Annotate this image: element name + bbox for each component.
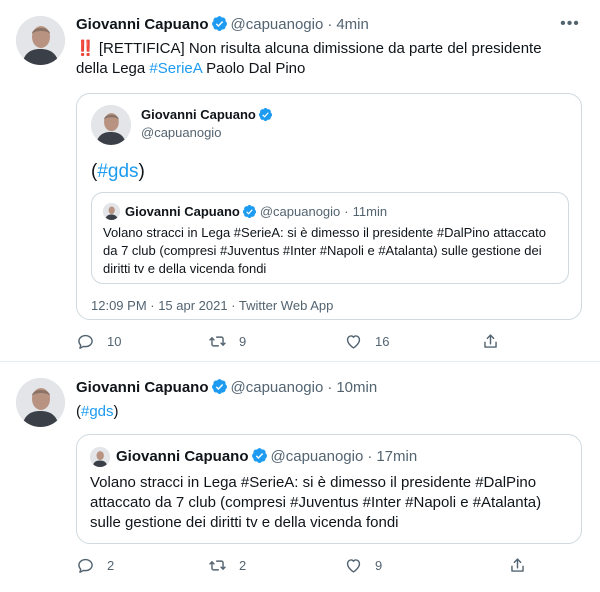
retweet-count: 2	[239, 558, 247, 573]
tweet-header: Giovanni Capuano @capuanogio · 10min	[76, 378, 377, 398]
like-icon	[346, 559, 361, 573]
tweet-time[interactable]: 11min	[353, 204, 387, 219]
quoted-text: Volano stracci in Lega #SerieA: si è dim…	[90, 474, 542, 531]
quoted-timestamp: 12:09 PM · 15 apr 2021 · Twitter Web App	[91, 297, 333, 314]
tweet-text-close: )	[113, 403, 119, 420]
tweet[interactable]: Giovanni Capuano @capuanogio · 4min ••• ‼️ …	[0, 0, 600, 362]
reply-button[interactable]: 10	[76, 332, 121, 351]
avatar[interactable]	[16, 378, 65, 427]
retweet-button[interactable]: 2	[208, 556, 246, 575]
reply-count: 2	[107, 558, 115, 573]
avatar-photo	[16, 378, 65, 427]
avatar-photo	[16, 16, 65, 65]
avatar-photo	[90, 447, 110, 467]
share-icon	[511, 558, 524, 572]
nested-quoted-tweet[interactable]: Giovanni Capuano @capuanogio · 11min Volano…	[91, 192, 569, 284]
tweet-text-prefix: ‼️ [RETTIFICA] Non risulta alcuna dimiss…	[76, 40, 542, 77]
tweet-text: ‼️ [RETTIFICA] Non risulta alcuna dimiss…	[76, 39, 576, 79]
tweet[interactable]: Giovanni Capuano @capuanogio · 10min (#gds)…	[0, 363, 600, 592]
tweet-time[interactable]: 4min	[336, 16, 369, 33]
author-handle[interactable]: @capuanogio	[141, 125, 221, 140]
author-name[interactable]: Giovanni Capuano	[76, 16, 209, 33]
like-count: 16	[375, 334, 390, 349]
separator: ·	[367, 448, 373, 465]
retweet-count: 9	[239, 334, 247, 349]
tweet-time[interactable]: 10min	[336, 379, 377, 396]
quoted-text-close: )	[138, 161, 145, 182]
share-icon	[484, 334, 497, 348]
reply-count: 10	[107, 334, 122, 349]
author-name[interactable]: Giovanni Capuano	[116, 448, 249, 465]
quoted-text: (#gds)	[91, 160, 145, 184]
avatar[interactable]	[16, 16, 65, 65]
separator: ·	[327, 379, 333, 396]
separator: ·	[327, 16, 333, 33]
author-handle[interactable]: @capuanogio	[231, 379, 324, 396]
verified-badge-icon	[251, 447, 268, 464]
reply-icon	[78, 558, 93, 573]
verified-badge-icon	[211, 378, 228, 395]
avatar[interactable]	[90, 447, 110, 467]
retweet-icon	[209, 336, 226, 347]
author-name[interactable]: Giovanni Capuano	[141, 107, 256, 122]
like-icon	[346, 335, 361, 349]
share-button[interactable]	[508, 556, 539, 575]
tweet-time[interactable]: 17min	[376, 448, 417, 465]
timestamp-text[interactable]: 12:09 PM · 15 apr 2021 · Twitter Web App	[91, 298, 333, 313]
author-handle[interactable]: @capuanogio	[271, 448, 364, 465]
quoted-header: Giovanni Capuano	[141, 106, 276, 123]
tweet-text-suffix: Paolo Dal Pino	[201, 60, 306, 77]
verified-badge-icon	[258, 107, 273, 122]
like-button[interactable]: 9	[344, 556, 382, 575]
like-button[interactable]: 16	[344, 332, 389, 351]
avatar-photo	[103, 203, 120, 220]
quoted-tweet-card[interactable]: Giovanni Capuano @capuanogio (#gds) Giov…	[76, 93, 582, 320]
tweet-header: Giovanni Capuano @capuanogio · 4min	[76, 15, 369, 35]
quoted-header: Giovanni Capuano @capuanogio · 17min	[116, 447, 417, 467]
hashtag-link[interactable]: #SerieA	[149, 60, 202, 77]
separator: ·	[344, 204, 349, 219]
avatar[interactable]	[91, 105, 131, 145]
retweet-icon	[209, 560, 226, 571]
quoted-handle-row: @capuanogio	[141, 124, 221, 141]
author-handle[interactable]: @capuanogio	[260, 204, 340, 219]
author-handle[interactable]: @capuanogio	[231, 16, 324, 33]
hashtag-link[interactable]: #gds	[97, 161, 138, 182]
retweet-button[interactable]: 9	[208, 332, 246, 351]
more-icon[interactable]: •••	[560, 14, 580, 34]
hashtag-link[interactable]: #gds	[81, 403, 114, 420]
like-count: 9	[375, 558, 383, 573]
quoted-tweet-card[interactable]: Giovanni Capuano @capuanogio · 17min Volano…	[76, 434, 582, 544]
nested-header: Giovanni Capuano @capuanogio · 11min	[125, 203, 387, 220]
author-name[interactable]: Giovanni Capuano	[76, 379, 209, 396]
share-button[interactable]	[481, 332, 512, 351]
author-name[interactable]: Giovanni Capuano	[125, 204, 240, 219]
tweet-text: (#gds)	[76, 402, 119, 422]
verified-badge-icon	[211, 15, 228, 32]
reply-icon	[78, 334, 93, 349]
reply-button[interactable]: 2	[76, 556, 114, 575]
avatar[interactable]	[103, 203, 120, 220]
nested-text: Volano stracci in Lega #SerieA: si è dim…	[103, 225, 546, 276]
verified-badge-icon	[242, 204, 257, 219]
avatar-photo	[91, 105, 131, 145]
